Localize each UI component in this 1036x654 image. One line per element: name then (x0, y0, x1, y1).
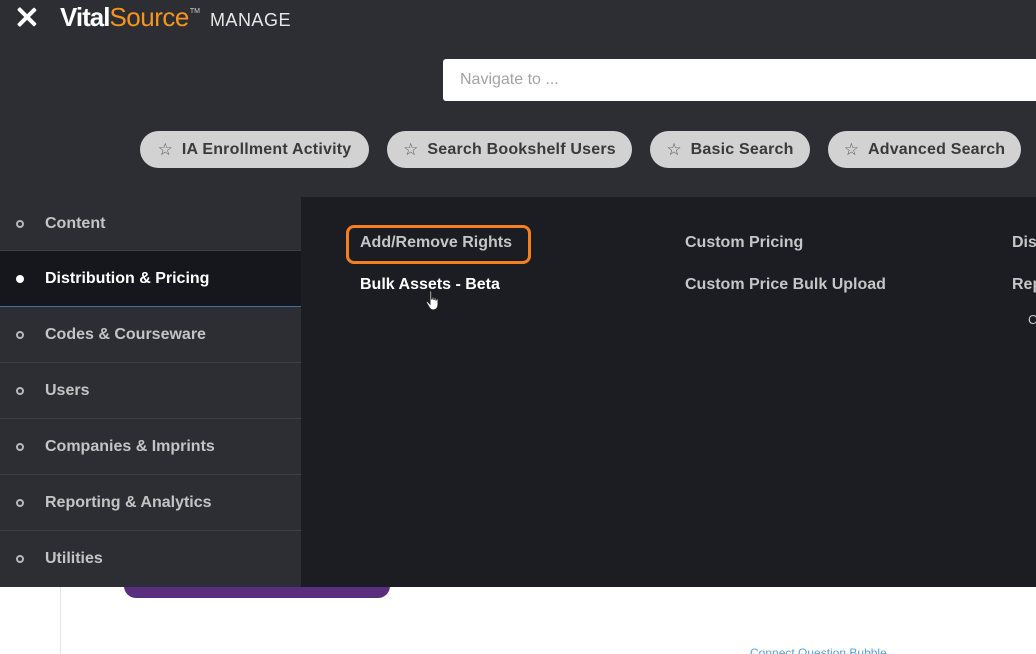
sidebar-item-codes-courseware[interactable]: Codes & Courseware (0, 307, 301, 363)
sidebar-item-utilities[interactable]: Utilities (0, 531, 301, 587)
sidebar-item-users[interactable]: Users (0, 363, 301, 419)
bullet-icon (16, 219, 24, 228)
sidebar-item-companies-imprints[interactable]: Companies & Imprints (0, 419, 301, 475)
link-custom-pricing[interactable]: Custom Pricing (685, 234, 803, 252)
link-reporting-partial[interactable]: Rep (1012, 276, 1036, 294)
sidebar-item-label: Reporting & Analytics (45, 493, 212, 511)
bullet-icon (16, 555, 24, 563)
logo-manage: MANAGE (209, 10, 291, 30)
header-bar: Vital Source TM MANAGE ☆ IA Enrollment A… (0, 0, 1036, 197)
navigate-input[interactable] (443, 59, 1036, 101)
sidebar-item-label: Content (45, 214, 106, 232)
sidebar-item-label: Users (45, 381, 90, 399)
bullet-icon (16, 386, 24, 395)
sidebar-item-content[interactable]: Content (0, 197, 301, 251)
link-distribution-partial[interactable]: Dis (1012, 234, 1036, 252)
favorite-label: Advanced Search (867, 140, 1006, 158)
sidebar-item-label: Utilities (45, 550, 103, 567)
star-icon: ☆ (666, 140, 682, 159)
menu-sidebar: Content Distribution & Pricing Codes & C… (0, 197, 301, 587)
bullet-icon (16, 330, 24, 339)
sidebar-item-distribution-pricing[interactable]: Distribution & Pricing (0, 251, 301, 307)
star-icon: ☆ (403, 140, 419, 159)
star-icon: ☆ (843, 140, 859, 159)
sidebar-item-label: Codes & Courseware (45, 325, 206, 343)
vitalsource-logo: Vital Source TM MANAGE (60, 2, 291, 34)
favorite-basic-search[interactable]: ☆ Basic Search (650, 131, 810, 168)
logo-source: Source (109, 2, 189, 32)
favorite-label: Basic Search (690, 140, 794, 158)
sidebar-item-label: Companies & Imprints (45, 437, 215, 455)
favorite-search-bookshelf-users[interactable]: ☆ Search Bookshelf Users (387, 131, 632, 168)
hand-cursor-icon (425, 290, 439, 311)
logo-vital: Vital (60, 2, 110, 32)
favorite-advanced-search[interactable]: ☆ Advanced Search (828, 131, 1021, 168)
page-link[interactable]: Connect Question Bubble (750, 646, 887, 654)
favorite-ia-enrollment-activity[interactable]: ☆ IA Enrollment Activity (140, 131, 369, 168)
sidebar-item-reporting-analytics[interactable]: Reporting & Analytics (0, 475, 301, 531)
favorite-label: Search Bookshelf Users (427, 140, 616, 158)
bullet-icon (16, 274, 24, 283)
highlight-box (346, 225, 531, 264)
logo-trademark: TM (189, 8, 200, 15)
page-border (60, 587, 61, 654)
favorite-label: IA Enrollment Activity (181, 140, 352, 158)
star-icon: ☆ (157, 140, 173, 159)
bullet-icon (16, 498, 24, 507)
sidebar-item-label: Distribution & Pricing (45, 269, 210, 287)
bullet-icon (16, 442, 24, 451)
link-custom-price-bulk-upload[interactable]: Custom Price Bulk Upload (685, 276, 886, 294)
close-icon[interactable] (12, 2, 42, 32)
link-sub-partial[interactable]: C (1028, 312, 1036, 327)
